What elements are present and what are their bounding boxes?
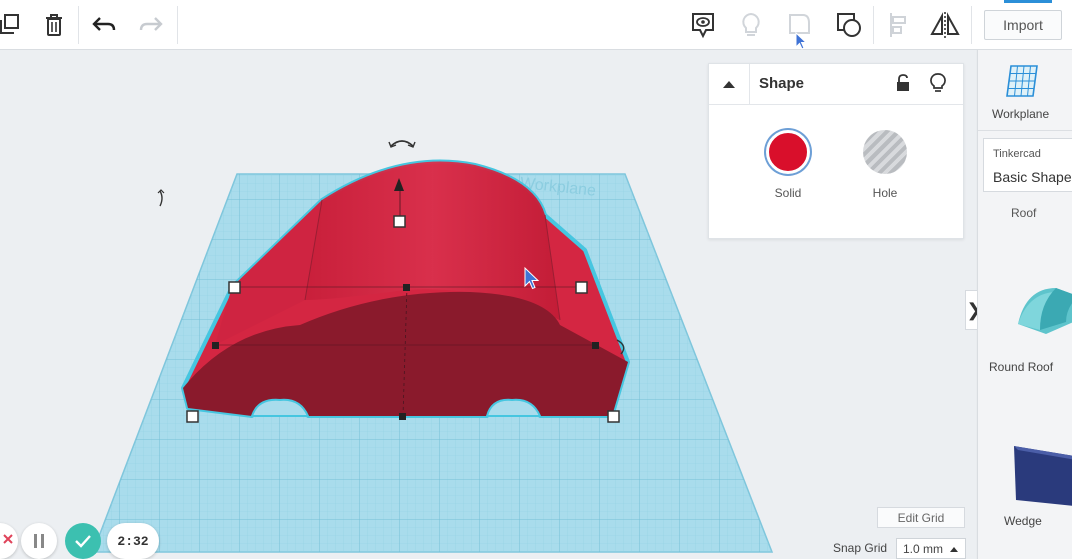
mouse-cursor-icon [795,32,808,50]
edit-grid-button[interactable]: Edit Grid [877,507,965,528]
caret-up-icon [723,81,735,88]
shape-library-selector[interactable]: Tinkercad Basic Shapes [983,138,1072,192]
trash-icon[interactable] [37,8,71,42]
lock-icon[interactable] [895,73,911,98]
check-icon [75,535,91,548]
close-icon [3,534,13,544]
rotate-arrow-icon[interactable] [159,190,163,207]
redo-icon[interactable] [134,8,168,42]
edge-handle[interactable] [212,342,219,349]
toolbar-separator [971,6,972,44]
resize-handle[interactable] [607,410,620,423]
hole-label: Hole [872,186,898,200]
workplane-label: Workplane [992,107,1050,121]
toolbar-separator [78,6,79,44]
visibility-bulb-icon[interactable] [929,72,947,99]
shape-label-round-roof: Round Roof [989,360,1054,374]
resize-handle[interactable] [575,281,588,294]
hole-swatch[interactable] [863,130,907,174]
bulb-icon[interactable] [734,8,768,42]
notes-icon[interactable] [686,8,720,42]
snap-grid-label: Snap Grid [833,541,888,555]
edge-handle[interactable] [399,413,406,420]
undo-icon[interactable] [87,8,121,42]
recording-timer: 2:32 [107,523,159,559]
shape-label-wedge: Wedge [1004,514,1042,528]
toolbar-separator [873,6,874,44]
snap-grid-value: 1.0 mm [903,541,944,556]
resize-handle[interactable] [393,215,406,228]
resize-handle[interactable] [228,281,241,294]
group-icon[interactable] [832,8,866,42]
edge-handle[interactable] [403,284,410,291]
divider [978,130,1072,131]
shape-panel-title: Shape [759,75,805,92]
caret-up-icon [950,547,958,552]
pause-icon [34,534,44,548]
resize-handle[interactable] [186,410,199,423]
top-toolbar: Import [0,0,1072,50]
solid-color-swatch[interactable] [766,130,810,174]
edge-handle[interactable] [592,342,599,349]
align-icon[interactable] [882,8,916,42]
round-roof-shape-icon[interactable] [1016,282,1072,347]
shape-inspector-panel: Shape Solid Hole [708,63,964,239]
snap-grid-select[interactable]: 1.0 mm [896,538,966,559]
shapes-library-panel: Workplane Tinkercad Basic Shapes Roof Ro… [977,50,1072,559]
stop-recording-button[interactable] [0,523,18,559]
wedge-shape-icon[interactable] [1012,442,1072,517]
shape-panel-header: Shape [709,64,963,105]
import-button[interactable]: Import [984,10,1062,40]
shape-label-roof: Roof [1011,206,1037,220]
library-source: Tinkercad [993,148,1041,160]
pause-recording-button[interactable] [21,523,57,559]
library-name: Basic Shapes [993,169,1072,185]
workplane-icon[interactable] [1005,64,1039,103]
copy-icon[interactable] [0,8,26,42]
solid-label: Solid [774,186,802,200]
finish-recording-button[interactable] [65,523,101,559]
collapse-panel-button[interactable] [709,64,750,104]
mirror-icon[interactable] [928,8,962,42]
active-tab-indicator [1004,0,1052,3]
toolbar-separator [177,6,178,44]
